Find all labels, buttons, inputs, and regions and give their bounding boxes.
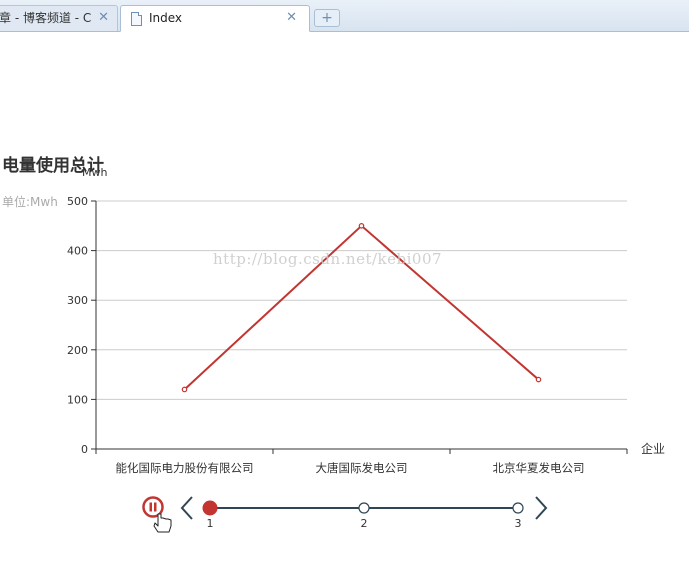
chevron-right-icon[interactable]: [535, 496, 548, 520]
pause-bar: [154, 502, 157, 512]
line-chart: 0 100 200 300 400 500 能化国际电力股份有限公司 大唐国际发电公司 北京华夏…: [67, 195, 628, 533]
y-tick-label: 500: [67, 195, 88, 208]
chevron-left-icon[interactable]: [180, 496, 193, 520]
x-tick-label: 北京华夏发电公司: [493, 461, 585, 475]
y-tick-label: 100: [67, 393, 88, 406]
timeline-current-point[interactable]: [202, 500, 218, 516]
watermark: http://blog.csdn.net/kebi007: [213, 250, 443, 268]
y-tick-label: 0: [81, 443, 88, 456]
x-tick-label: 能化国际电力股份有限公司: [116, 461, 254, 475]
y-tick-label: 300: [67, 294, 88, 307]
data-point[interactable]: [181, 386, 188, 393]
data-point[interactable]: [358, 223, 365, 229]
y-tick-label: 400: [67, 245, 88, 258]
pause-bar: [149, 502, 152, 512]
timeline-point[interactable]: [512, 502, 524, 514]
data-point[interactable]: [535, 376, 542, 383]
timeline-label: 3: [515, 517, 522, 530]
timeline-label: 2: [361, 517, 368, 530]
timeline-point[interactable]: [358, 502, 370, 514]
x-tick-label: 大唐国际发电公司: [316, 461, 408, 475]
timeline-label: 1: [207, 517, 214, 530]
y-tick-label: 200: [67, 344, 88, 357]
